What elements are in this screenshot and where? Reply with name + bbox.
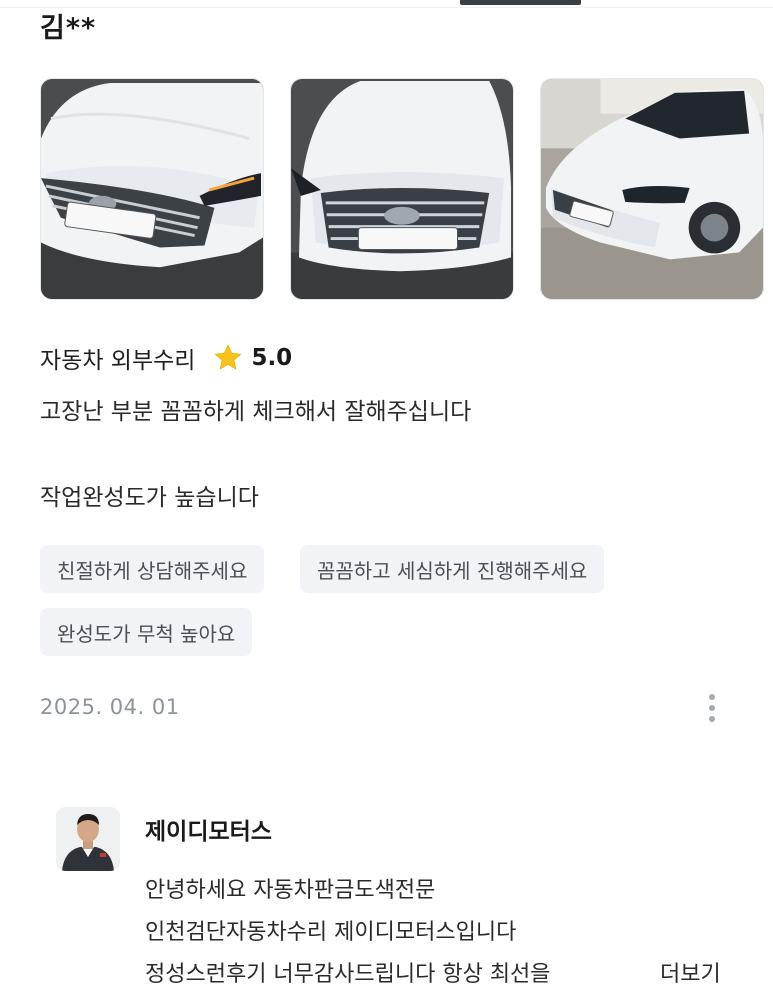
menu-dot (709, 705, 715, 711)
reply-text-line: 안녕하세요 자동차판금도색전문 (145, 878, 436, 903)
star-icon (215, 344, 242, 370)
service-rating-line: 자동차 외부수리 5.0 (40, 338, 292, 378)
review-tag: 완성도가 무척 높아요 (40, 608, 253, 656)
review-photo[interactable] (540, 78, 764, 300)
more-vertical-icon[interactable] (698, 686, 726, 730)
car-photo-front-1 (41, 79, 263, 299)
shop-avatar[interactable] (56, 807, 120, 871)
menu-dot (709, 716, 715, 722)
car-photo-front-2 (291, 79, 513, 299)
menu-dot (709, 694, 715, 700)
top-divider (0, 0, 773, 8)
read-more-link[interactable]: 더보기 (656, 956, 721, 988)
review-tag: 꼼꼼하고 세심하게 진행해주세요 (300, 545, 605, 593)
reply-fade-overlay (598, 950, 658, 996)
reviewer-name: 김** (40, 13, 97, 44)
review-text-line: 고장난 부분 꼼꼼하게 체크해서 잘해주십니다 (40, 399, 472, 425)
reply-text-line: 정성스런후기 너무감사드립니다 항상 최선을 (145, 962, 551, 987)
rating-value: 5.0 (251, 345, 293, 371)
active-tab-indicator (460, 0, 581, 5)
service-name: 자동차 외부수리 (40, 348, 196, 374)
review-date: 2025. 04. 01 (40, 695, 180, 719)
review-photo-list[interactable] (40, 78, 773, 300)
car-photo-side (541, 79, 763, 299)
shop-name: 제이디모터스 (145, 819, 272, 845)
review-tag: 친절하게 상담해주세요 (40, 545, 265, 593)
review-text-line: 작업완성도가 높습니다 (40, 485, 259, 511)
review-photo[interactable] (40, 78, 264, 300)
avatar-image (56, 807, 120, 871)
reply-text-line: 인천검단자동차수리 제이디모터스입니다 (145, 920, 517, 945)
review-photo[interactable] (290, 78, 514, 300)
